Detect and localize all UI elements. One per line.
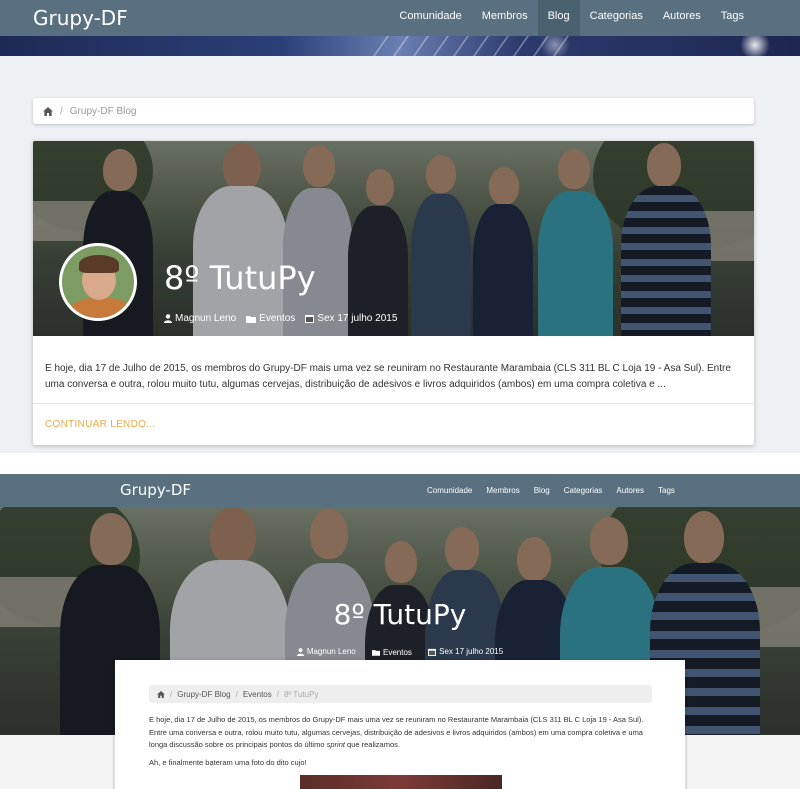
- post-body-paragraph: E hoje, dia 17 de Julho de 2015, os memb…: [149, 714, 654, 752]
- post-meta: Magnun Leno Eventos Sex 17 julho 2015: [164, 313, 397, 324]
- post-content-panel: / Grupy-DF Blog / Eventos / 8º TutuPy E …: [115, 660, 685, 789]
- breadcrumb-separator: /: [276, 689, 279, 699]
- post-author[interactable]: Magnun Leno: [296, 647, 356, 656]
- nav-item-autores[interactable]: Autores: [609, 474, 651, 507]
- blog-index-screenshot: Grupy-DF Comunidade Membros Blog Categor…: [0, 0, 800, 453]
- nav-item-tags[interactable]: Tags: [711, 0, 754, 36]
- breadcrumb-blog[interactable]: Grupy-DF Blog: [177, 690, 230, 699]
- brand-logo[interactable]: Grupy-DF: [120, 481, 191, 499]
- nav-item-membros[interactable]: Membros: [479, 474, 526, 507]
- post-author[interactable]: Magnun Leno: [164, 313, 236, 324]
- post-excerpt: E hoje, dia 17 de Julho de 2015, os memb…: [45, 363, 731, 390]
- post-date: Sex 17 julho 2015: [428, 647, 503, 656]
- post-category[interactable]: Eventos: [246, 313, 295, 324]
- author-avatar[interactable]: [59, 243, 137, 321]
- home-icon[interactable]: [43, 107, 53, 117]
- post-author-name: Magnun Leno: [306, 647, 356, 656]
- nav-item-categorias[interactable]: Categorias: [557, 474, 610, 507]
- post-detail-screenshot: Grupy-DF Comunidade Membros Blog Categor…: [0, 474, 800, 789]
- nav-item-blog[interactable]: Blog: [527, 474, 557, 507]
- nav-item-comunidade[interactable]: Comunidade: [389, 0, 471, 36]
- home-icon[interactable]: [157, 690, 165, 698]
- folder-icon: [246, 315, 257, 323]
- breadcrumb: / Grupy-DF Blog / Eventos / 8º TutuPy: [149, 685, 652, 703]
- post-date: Sex 17 julho 2015: [305, 313, 397, 324]
- card-divider: [33, 403, 754, 404]
- post-category-name: Eventos: [259, 313, 296, 324]
- nav-menu: Comunidade Membros Blog Categorias Autor…: [389, 0, 754, 36]
- breadcrumb-separator: /: [170, 689, 173, 699]
- calendar-icon: [305, 315, 315, 323]
- nav-item-membros[interactable]: Membros: [472, 0, 538, 36]
- read-more-link[interactable]: CONTINUAR LENDO...: [45, 419, 155, 430]
- post-meta: Magnun Leno Eventos Sex 17 julho 2015: [0, 647, 800, 658]
- post-title: 8º TutuPy: [333, 598, 467, 631]
- nav-item-categorias[interactable]: Categorias: [580, 0, 653, 36]
- user-icon: [164, 314, 172, 323]
- breadcrumb-separator: /: [60, 105, 63, 117]
- post-category[interactable]: Eventos: [371, 647, 412, 657]
- post-title[interactable]: 8º TutuPy: [164, 259, 316, 297]
- nav-item-blog[interactable]: Blog: [537, 0, 580, 36]
- post-category-name: Eventos: [382, 647, 412, 657]
- nav-menu: Comunidade Membros Blog Categorias Autor…: [420, 474, 682, 507]
- post-body-text-end: que realizamos.: [344, 740, 400, 749]
- post-date-text: Sex 17 julho 2015: [439, 647, 504, 656]
- brand-logo[interactable]: Grupy-DF: [33, 6, 128, 30]
- breadcrumb: / Grupy-DF Blog: [33, 98, 754, 124]
- post-body-emphasis: sprint: [326, 740, 345, 749]
- navbar: Grupy-DF Comunidade Membros Blog Categor…: [0, 0, 800, 36]
- post-card: 8º TutuPy Magnun Leno Eventos Sex 17 jul…: [33, 141, 754, 445]
- post-body-paragraph-2: Ah, e finalmente bateram uma foto do dit…: [149, 758, 307, 767]
- post-cover-photo[interactable]: [33, 141, 754, 336]
- navbar: Grupy-DF Comunidade Membros Blog Categor…: [0, 474, 800, 507]
- nav-item-autores[interactable]: Autores: [653, 0, 711, 36]
- breadcrumb-current: Grupy-DF Blog: [69, 105, 137, 117]
- post-date-text: Sex 17 julho 2015: [317, 313, 398, 324]
- nav-item-tags[interactable]: Tags: [651, 474, 682, 507]
- post-author-name: Magnun Leno: [175, 313, 237, 324]
- post-inline-photo: [300, 775, 502, 789]
- breadcrumb-current: 8º TutuPy: [283, 689, 319, 699]
- breadcrumb-separator: /: [235, 689, 238, 699]
- user-icon: [296, 647, 304, 656]
- calendar-icon: [428, 648, 437, 656]
- breadcrumb-category[interactable]: Eventos: [243, 690, 272, 699]
- folder-icon: [371, 649, 380, 656]
- nav-item-comunidade[interactable]: Comunidade: [420, 474, 479, 507]
- header-banner-image: [0, 36, 800, 56]
